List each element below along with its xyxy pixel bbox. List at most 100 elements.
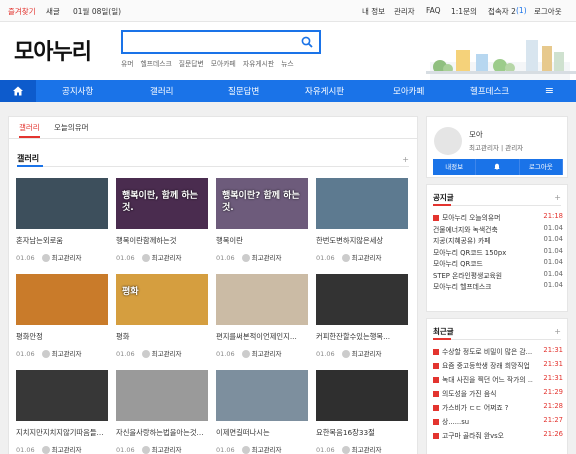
search-box[interactable] xyxy=(121,30,321,54)
new-posts-link[interactable]: 새글 xyxy=(46,6,60,17)
inquiry-link[interactable]: 1:1문의 xyxy=(451,6,477,17)
gallery-author[interactable]: 최고관리자 xyxy=(252,254,282,262)
gallery-thumbnail[interactable] xyxy=(216,370,308,421)
gallery-card[interactable]: 지치지만지치지않기따음들... 01.06 최고관리자 xyxy=(16,370,108,454)
recent-item-title[interactable]: 고구마 골라줘 완vs오 xyxy=(442,432,504,440)
gallery-title[interactable]: 커피한잔할수있는행복... xyxy=(316,332,408,342)
recent-item-title[interactable]: 의도성을 가진 음식 xyxy=(442,390,496,398)
faq-link[interactable]: FAQ xyxy=(426,6,441,15)
notice-item[interactable]: 모아누리 QR코드 150px 01.04 xyxy=(433,247,563,259)
recent-item[interactable]: 수상할 정도로 비밀이 많은 감... 21:31 xyxy=(433,346,563,360)
gallery-thumbnail[interactable] xyxy=(16,178,108,229)
notice-item[interactable]: 모아누리 오늘의유머 21:18 xyxy=(433,212,563,224)
recent-item[interactable]: 고구마 골라줘 완vs오 21:26 xyxy=(433,430,563,444)
notice-item[interactable]: 모아누리 QR코드 01.04 xyxy=(433,258,563,270)
notice-item-title[interactable]: 모아누리 오늘의유머 xyxy=(442,214,500,222)
notice-item-title[interactable]: 모아누리 QR코드 150px xyxy=(433,249,506,257)
admin-link[interactable]: 관리자 xyxy=(394,6,415,17)
gallery-title[interactable]: 자신을사랑하는법을아는것... xyxy=(116,428,208,438)
gallery-thumbnail[interactable] xyxy=(316,370,408,421)
gallery-author[interactable]: 최고관리자 xyxy=(352,254,382,262)
recent-more-link[interactable]: + xyxy=(554,327,561,336)
notice-item[interactable]: 모아누리 헬프데스크 01.04 xyxy=(433,281,563,293)
my-info-button[interactable]: 내정보 xyxy=(433,159,477,175)
gallery-card[interactable]: 편지를써본적이언제인지... 01.06 최고관리자 xyxy=(216,274,308,360)
gallery-author[interactable]: 최고관리자 xyxy=(152,350,182,358)
gallery-author[interactable]: 최고관리자 xyxy=(252,446,282,454)
recent-item[interactable]: 요즘 중고등학생 장래 희망직업 21:31 xyxy=(433,360,563,374)
notice-item[interactable]: 지공(지혜공유) 카페 01.04 xyxy=(433,235,563,247)
nav-item-free-board[interactable]: 자유게시판 xyxy=(305,85,344,97)
site-logo[interactable]: 모아누리 xyxy=(14,34,92,66)
home-button[interactable] xyxy=(0,80,36,102)
recent-item[interactable]: 가스비가 ㄷㄷ 어쩌죠 ? 21:28 xyxy=(433,402,563,416)
tag-item[interactable]: 유머 xyxy=(121,60,134,68)
hamburger-icon[interactable]: ≡ xyxy=(545,84,554,97)
recent-item-title[interactable]: 상......su xyxy=(442,418,469,426)
nav-item-qna[interactable]: 질문답변 xyxy=(228,85,259,97)
gallery-title[interactable]: 행복이란 xyxy=(216,236,308,246)
tag-item[interactable]: 질문답변 xyxy=(179,60,204,68)
gallery-thumbnail[interactable] xyxy=(116,370,208,421)
recent-item-title[interactable]: 요즘 중고등학생 장래 희망직업 xyxy=(442,362,530,370)
gallery-thumbnail[interactable] xyxy=(16,370,108,421)
my-info-link[interactable]: 내 정보 xyxy=(362,6,385,17)
gallery-card[interactable]: 요한복음16장33절 01.06 최고관리자 xyxy=(316,370,408,454)
gallery-author[interactable]: 최고관리자 xyxy=(152,254,182,262)
recent-item-title[interactable]: 녹대 사진을 찍던 어느 작가의 ... xyxy=(442,376,533,384)
search-icon[interactable] xyxy=(301,36,313,48)
recent-item[interactable]: 의도성을 가진 음식 21:29 xyxy=(433,388,563,402)
gallery-card[interactable]: 한번도변하지않은세상 01.06 최고관리자 xyxy=(316,178,408,264)
gallery-title[interactable]: 평화 xyxy=(116,332,208,342)
gallery-author[interactable]: 최고관리자 xyxy=(252,350,282,358)
gallery-title[interactable]: 평화안정 xyxy=(16,332,108,342)
gallery-card[interactable]: 이제면길떠나시는 01.06 최고관리자 xyxy=(216,370,308,454)
gallery-thumbnail[interactable] xyxy=(16,274,108,325)
recent-item[interactable]: 녹대 사진을 찍던 어느 작가의 ... 21:31 xyxy=(433,374,563,388)
notice-more-link[interactable]: + xyxy=(554,193,561,202)
tag-item[interactable]: 모아카페 xyxy=(211,60,236,68)
tag-item[interactable]: 뉴스 xyxy=(281,60,294,68)
notice-item-title[interactable]: 지공(지혜공유) 카페 xyxy=(433,237,491,245)
gallery-card[interactable]: 행복이란? 함께 하는 것. 행복이란 01.06 최고관리자 xyxy=(216,178,308,264)
notice-item-title[interactable]: 모아누리 헬프데스크 xyxy=(433,283,491,291)
recent-item-title[interactable]: 가스비가 ㄷㄷ 어쩌죠 ? xyxy=(442,404,508,412)
gallery-title[interactable]: 이제면길떠나시는 xyxy=(216,428,308,438)
notice-item-title[interactable]: 건물에너지와 녹색건축 xyxy=(433,226,498,234)
nav-item-notice[interactable]: 공지사항 xyxy=(62,85,93,97)
avatar[interactable] xyxy=(434,127,462,155)
favorites-link[interactable]: 즐겨찾기 xyxy=(8,6,36,17)
tab-today-humor[interactable]: 오늘의유머 xyxy=(54,122,89,133)
gallery-thumbnail[interactable] xyxy=(316,178,408,229)
tag-item[interactable]: 헬프데스크 xyxy=(141,60,172,68)
gallery-author[interactable]: 최고관리자 xyxy=(152,446,182,454)
tab-gallery[interactable]: 갤러리 xyxy=(19,122,40,138)
gallery-thumbnail[interactable]: 평화 xyxy=(116,274,208,325)
gallery-title[interactable]: 편지를써본적이언제인지... xyxy=(216,332,308,342)
gallery-author[interactable]: 최고관리자 xyxy=(52,446,82,454)
gallery-card[interactable]: 평화안정 01.06 최고관리자 xyxy=(16,274,108,360)
notice-item-title[interactable]: STEP 온라인평생교육원 xyxy=(433,272,502,280)
notice-item-title[interactable]: 모아누리 QR코드 xyxy=(433,260,483,268)
gallery-title[interactable]: 혼자남는외로움 xyxy=(16,236,108,246)
tag-item[interactable]: 자유게시판 xyxy=(243,60,274,68)
nav-item-moa-cafe[interactable]: 모아카페 xyxy=(393,85,424,97)
more-link[interactable]: + xyxy=(402,155,409,164)
recent-item-title[interactable]: 수상할 정도로 비밀이 많은 감... xyxy=(442,348,532,356)
gallery-card[interactable]: 평화 평화 01.06 최고관리자 xyxy=(116,274,208,360)
gallery-author[interactable]: 최고관리자 xyxy=(352,446,382,454)
gallery-title[interactable]: 요한복음16장33절 xyxy=(316,428,408,438)
notice-item[interactable]: STEP 온라인평생교육원 01.04 xyxy=(433,270,563,282)
gallery-title[interactable]: 한번도변하지않은세상 xyxy=(316,236,408,246)
gallery-author[interactable]: 최고관리자 xyxy=(52,254,82,262)
gallery-card[interactable]: 커피한잔할수있는행복... 01.06 최고관리자 xyxy=(316,274,408,360)
gallery-card[interactable]: 자신을사랑하는법을아는것... 01.06 최고관리자 xyxy=(116,370,208,454)
gallery-card[interactable]: 행복이란, 함께 하는 것. 행복이란함께하는것 01.06 최고관리자 xyxy=(116,178,208,264)
nav-item-helpdesk[interactable]: 헬프데스크 xyxy=(470,85,509,97)
gallery-author[interactable]: 최고관리자 xyxy=(352,350,382,358)
gallery-card[interactable]: 혼자남는외로움 01.06 최고관리자 xyxy=(16,178,108,264)
logout-button[interactable]: 로그아웃 xyxy=(519,159,563,175)
gallery-thumbnail[interactable]: 행복이란, 함께 하는 것. xyxy=(116,178,208,229)
recent-item[interactable]: 상......su 21:27 xyxy=(433,416,563,430)
logout-link[interactable]: 로그아웃 xyxy=(534,6,562,17)
